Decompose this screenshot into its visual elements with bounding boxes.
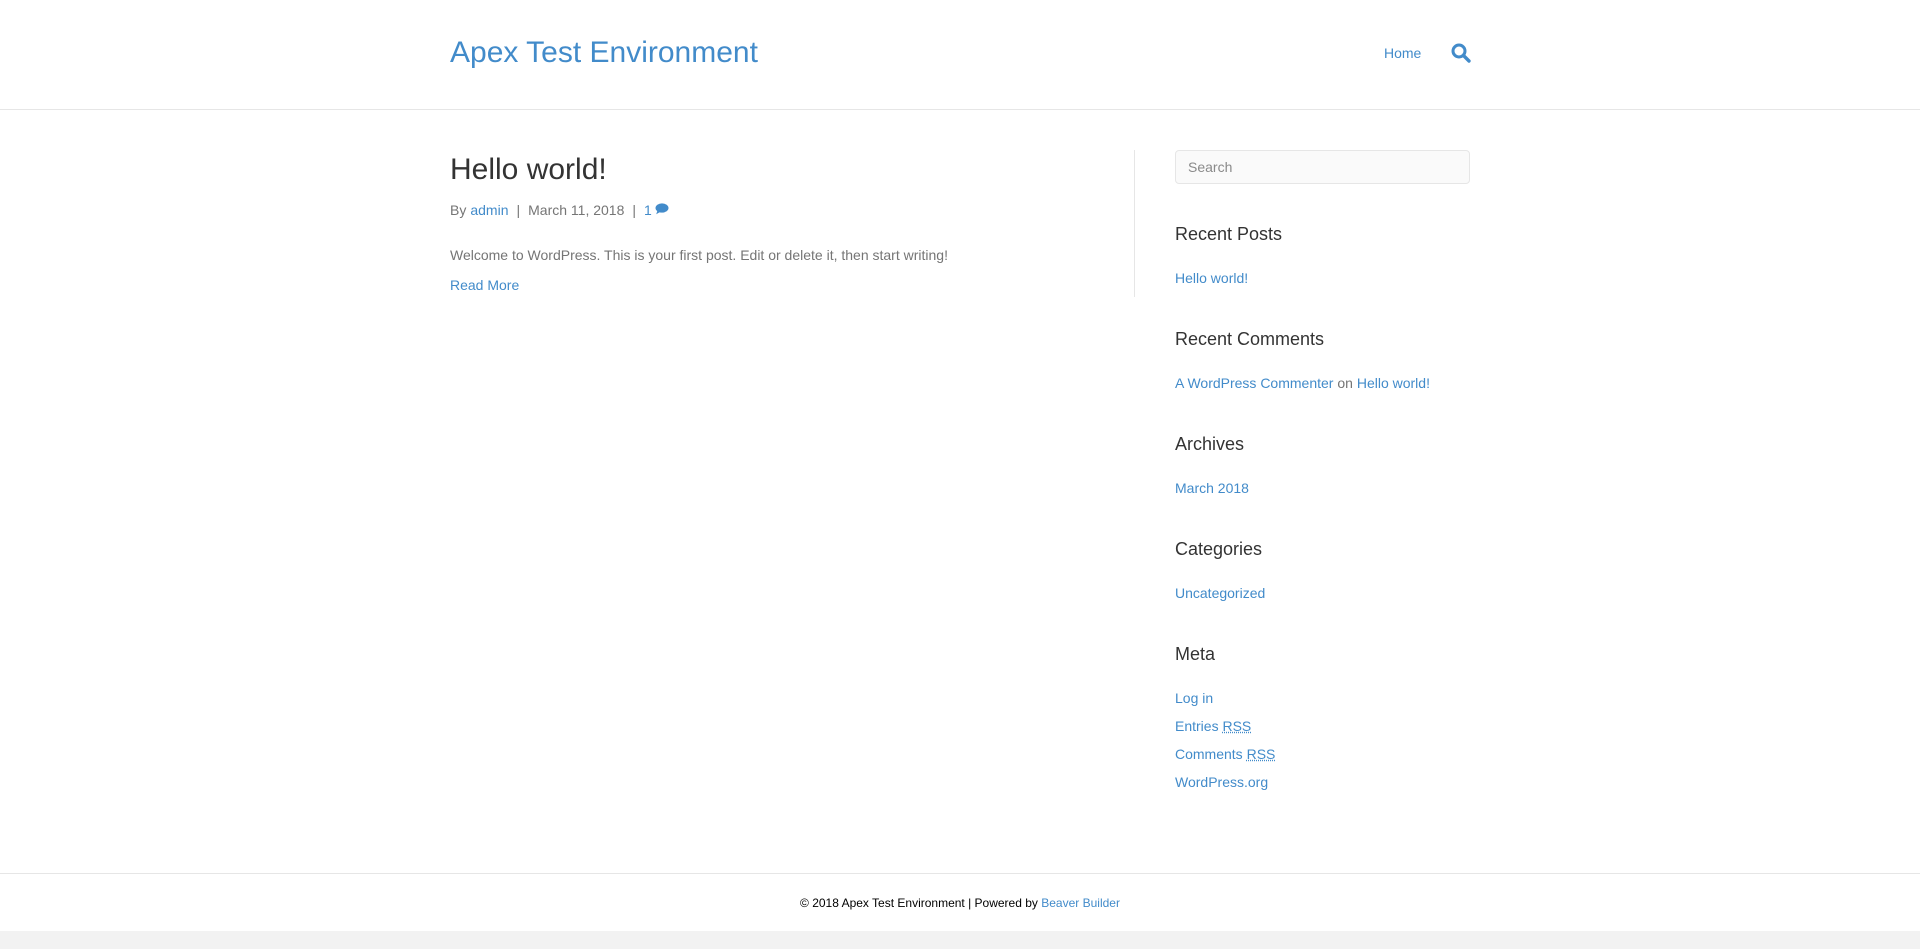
entries-rss-link[interactable]: Entries RSS [1175,718,1251,734]
recent-comment-item: A WordPress Commenter on Hello world! [1175,375,1430,391]
recent-post-link[interactable]: Hello world! [1175,270,1248,286]
post-meta-by-label: By [450,202,467,218]
footer-copyright: © 2018 Apex Test Environment | Powered b… [800,896,1038,910]
read-more-link[interactable]: Read More [450,277,519,293]
post-title[interactable]: Hello world! [450,150,1090,190]
site-header: Apex Test Environment Home [0,0,1920,110]
login-link[interactable]: Log in [1175,690,1213,706]
categories-title: Categories [1175,539,1263,559]
nav-item-home[interactable]: Home [1384,45,1421,61]
post-author-link[interactable]: admin [470,202,508,218]
archives-title: Archives [1175,434,1245,454]
comment-count: 1 [644,202,652,218]
post-date: March 11, 2018 [528,202,625,218]
footer-text: © 2018 Apex Test Environment | Powered b… [0,896,1920,910]
wordpress-org-link[interactable]: WordPress.org [1175,774,1268,790]
archive-link[interactable]: March 2018 [1175,480,1249,496]
rss-abbr: RSS [1246,746,1276,762]
entries-label: Entries [1175,718,1219,734]
comments-rss-link[interactable]: Comments RSS [1175,746,1275,762]
post-article: Hello world! By admin | March 11, 2018 |… [450,150,1090,293]
site-title[interactable]: Apex Test Environment [450,36,758,70]
recent-posts-title: Recent Posts [1175,224,1283,244]
meta-separator: | [516,202,521,218]
comment-author-link[interactable]: A WordPress Commenter [1175,375,1333,391]
post-meta: By admin | March 11, 2018 | 1 [450,202,669,218]
page: Apex Test Environment Home Hello world! … [0,0,1920,931]
content-divider [1134,150,1135,297]
beaver-builder-link[interactable]: Beaver Builder [1041,896,1120,910]
comment-icon [655,202,669,218]
post-comments-link[interactable]: 1 [644,202,669,218]
comments-label: Comments [1175,746,1243,762]
search-icon[interactable] [1450,42,1472,64]
site-footer: © 2018 Apex Test Environment | Powered b… [0,873,1920,931]
meta-separator: | [632,202,637,218]
recent-comments-title: Recent Comments [1175,329,1325,349]
rss-abbr: RSS [1222,718,1252,734]
comment-on-label: on [1337,375,1353,391]
comment-post-link[interactable]: Hello world! [1357,375,1430,391]
post-excerpt: Welcome to WordPress. This is your first… [450,247,948,263]
meta-title: Meta [1175,644,1216,664]
sidebar-search-input[interactable] [1175,150,1470,184]
category-link[interactable]: Uncategorized [1175,585,1265,601]
